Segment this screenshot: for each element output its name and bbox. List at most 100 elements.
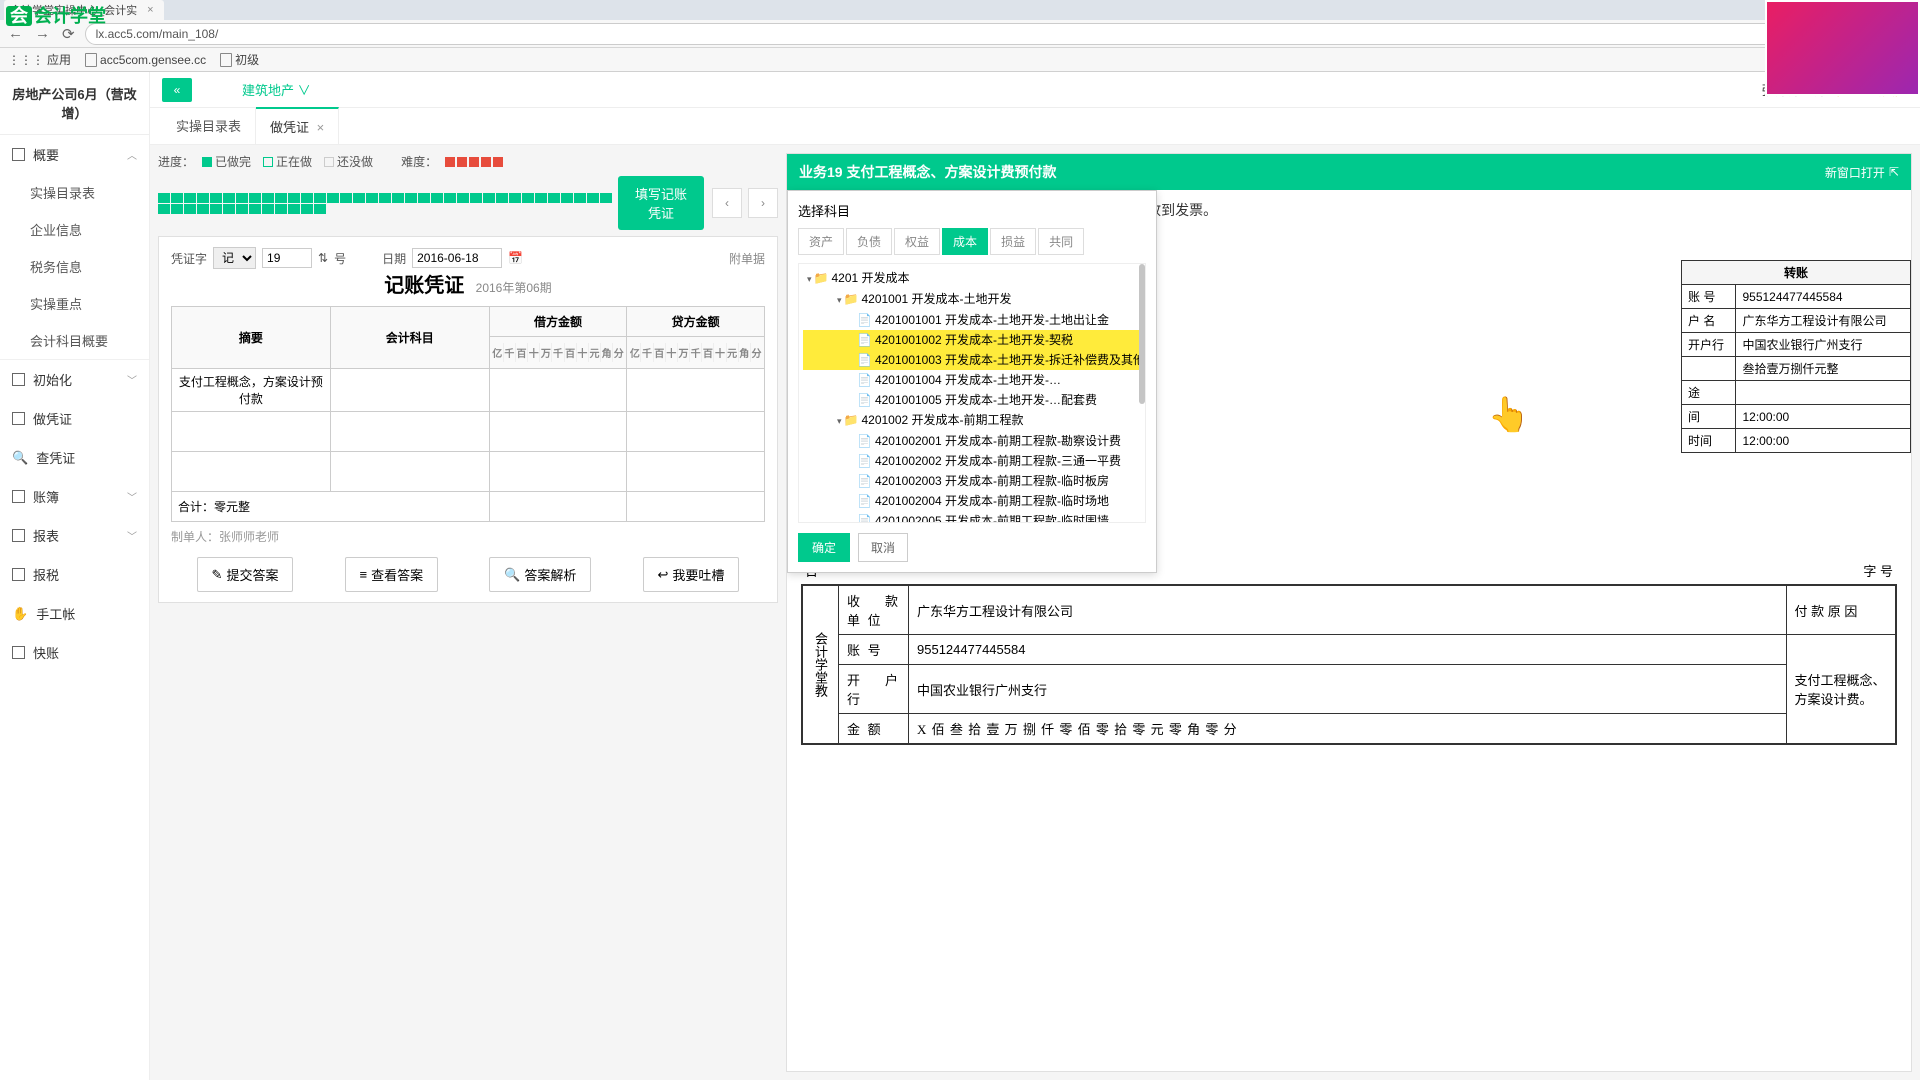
tree-node[interactable]: ▾📁4201001 开发成本-土地开发 — [803, 289, 1141, 310]
tree-node[interactable]: 📄4201002001 开发成本-前期工程款-勘察设计费 — [803, 431, 1141, 451]
voucher-num-input[interactable] — [262, 248, 312, 268]
tree-node[interactable]: 📄4201001001 开发成本-土地开发-土地出让金 — [803, 310, 1141, 330]
menu-init[interactable]: 初始化﹀ — [0, 360, 149, 399]
calendar-icon[interactable]: 📅 — [508, 251, 523, 265]
chevron-down-icon: ﹀ — [127, 372, 137, 387]
page-icon — [85, 53, 97, 67]
pencil-icon — [12, 412, 25, 425]
progress-bar — [158, 193, 618, 214]
subject-picker-modal: 选择科目 资产 负债 权益 成本 损益 共同 ▾📁4201 开发成本▾📁4201… — [787, 190, 1157, 573]
fill-voucher-button[interactable]: 填写记账凭证 — [618, 176, 704, 230]
tree-node[interactable]: 📄4201002003 开发成本-前期工程款-临时板房 — [803, 471, 1141, 491]
menu-search-voucher[interactable]: 🔍查凭证 — [0, 438, 149, 477]
close-icon[interactable]: × — [317, 120, 325, 135]
voucher-type-select[interactable]: 记 — [213, 247, 256, 269]
menu-tax[interactable]: 税务信息 — [0, 248, 149, 285]
date-input[interactable] — [412, 248, 502, 268]
collapse-sidebar-button[interactable]: « — [162, 78, 192, 102]
type-tab-asset[interactable]: 资产 — [798, 228, 844, 255]
tab-dir[interactable]: 实操目录表 — [162, 108, 256, 144]
debit-cell[interactable] — [489, 369, 627, 412]
tree-node[interactable]: 📄4201001004 开发成本-土地开发-… — [803, 370, 1141, 390]
chevron-down-icon: ﹀ — [127, 528, 137, 543]
bookmark-link[interactable]: acc5com.gensee.cc — [85, 53, 206, 67]
maker-label: 制单人：张师师老师 — [171, 528, 765, 545]
list-icon — [12, 646, 25, 659]
receipt-serial-label: 字 号 — [1863, 561, 1893, 580]
tree-node[interactable]: ▾📁4201 开发成本 — [803, 268, 1141, 289]
tree-scrollbar[interactable] — [1139, 264, 1145, 404]
type-tab-common[interactable]: 共同 — [1038, 228, 1084, 255]
file-icon — [12, 568, 25, 581]
menu-manual[interactable]: ✋手工帐 — [0, 594, 149, 633]
tree-node[interactable]: 📄4201001003 开发成本-土地开发-拆迁补偿费及其他 — [803, 350, 1141, 370]
progress-legend: 进度： 已做完 正在做 还没做 难度： — [158, 153, 778, 170]
video-overlay — [1765, 0, 1920, 96]
top-bar: « 建筑地产 ∨ 张师师老师（SVIP会员） — [150, 72, 1920, 108]
tree-node[interactable]: 📄4201002002 开发成本-前期工程款-三通一平费 — [803, 451, 1141, 471]
credit-cell[interactable] — [627, 369, 765, 412]
next-button[interactable]: › — [748, 188, 778, 218]
type-tab-equity[interactable]: 权益 — [894, 228, 940, 255]
chevron-up-icon: ︿ — [127, 147, 137, 162]
menu-overview[interactable]: 概要 ︿ — [0, 135, 149, 174]
browser-tab-strip: 会计学堂实操中心_会计实 × — [0, 0, 1920, 20]
tree-node[interactable]: 📄4201001005 开发成本-土地开发-…配套费 — [803, 390, 1141, 410]
feedback-button[interactable]: ↩ 我要吐槽 — [643, 557, 740, 592]
menu-subjects[interactable]: 会计科目概要 — [0, 322, 149, 359]
type-tab-pl[interactable]: 损益 — [990, 228, 1036, 255]
tree-node[interactable]: 📄4201001002 开发成本-土地开发-契税 — [803, 330, 1141, 350]
attach-label: 附单据 — [729, 250, 765, 267]
difficulty-rating — [445, 157, 503, 167]
bookmark-bar: ⋮⋮⋮ 应用 acc5com.gensee.cc 初级 — [0, 48, 1920, 72]
cancel-button[interactable]: 取消 — [858, 533, 908, 562]
open-new-window[interactable]: 新窗口打开 ⇱ — [1825, 164, 1899, 181]
view-answer-button[interactable]: ≡ 查看答案 — [345, 557, 439, 592]
type-tab-cost[interactable]: 成本 — [942, 228, 988, 255]
type-tab-debt[interactable]: 负债 — [846, 228, 892, 255]
page-icon — [220, 53, 232, 67]
tab-voucher[interactable]: 做凭证 × — [256, 107, 339, 144]
submit-button[interactable]: ✎ 提交答案 — [197, 557, 294, 592]
total-label: 合计：零元整 — [172, 492, 490, 522]
menu-focus[interactable]: 实操重点 — [0, 285, 149, 322]
chevron-down-icon: ﹀ — [127, 489, 137, 504]
grid-icon — [12, 148, 25, 161]
file-icon — [12, 529, 25, 542]
abstract-cell[interactable]: 支付工程概念，方案设计预付款 — [172, 369, 331, 412]
prev-button[interactable]: ‹ — [712, 188, 742, 218]
subject-tree[interactable]: ▾📁4201 开发成本▾📁4201001 开发成本-土地开发📄420100100… — [798, 263, 1146, 523]
tab-close-icon[interactable]: × — [147, 4, 153, 16]
bars-icon — [12, 373, 25, 386]
receipt-table: 会计学堂教 收 款 单 位 广东华方工程设计有限公司 付 款 原 因 账 号95… — [801, 584, 1897, 745]
voucher-title: 记账凭证 — [384, 275, 464, 297]
sidebar-title: 房地产公司6月（营改增） — [0, 72, 149, 135]
apps-button[interactable]: ⋮⋮⋮ 应用 — [8, 51, 71, 68]
book-icon — [12, 490, 25, 503]
tree-node[interactable]: 📄4201002004 开发成本-前期工程款-临时场地 — [803, 491, 1141, 511]
tree-node[interactable]: 📄4201002005 开发成本-前期工程款-临时围墙 — [803, 511, 1141, 523]
menu-filing[interactable]: 报税 — [0, 555, 149, 594]
menu-quick[interactable]: 快账 — [0, 633, 149, 672]
address-input[interactable]: lx.acc5.com/main_108/ — [85, 23, 1896, 45]
tree-node[interactable]: ▾📁4201002 开发成本-前期工程款 — [803, 410, 1141, 431]
subject-cell[interactable] — [330, 369, 489, 412]
menu-reports[interactable]: 报表﹀ — [0, 516, 149, 555]
bookmark-link[interactable]: 初级 — [220, 51, 259, 68]
reason-cell: 支付工程概念、方案设计费。 — [1786, 635, 1896, 745]
menu-dir-list[interactable]: 实操目录表 — [0, 174, 149, 211]
confirm-button[interactable]: 确定 — [798, 533, 850, 562]
search-icon: 🔍 — [12, 450, 28, 466]
modal-title: 选择科目 — [798, 201, 1146, 220]
transfer-detail-table: 转账 账 号955124477445584 户 名广东华方工程设计有限公司 开户… — [1681, 260, 1911, 453]
task-header: 业务19 支付工程概念、方案设计费预付款 新窗口打开 ⇱ — [787, 154, 1911, 190]
menu-books[interactable]: 账簿﹀ — [0, 477, 149, 516]
analysis-button[interactable]: 🔍 答案解析 — [489, 557, 591, 592]
hand-icon: ✋ — [12, 606, 28, 622]
industry-dropdown[interactable]: 建筑地产 ∨ — [242, 80, 311, 99]
sidebar: 房地产公司6月（营改增） 概要 ︿ 实操目录表 企业信息 税务信息 实操重点 会… — [0, 72, 150, 1080]
menu-company[interactable]: 企业信息 — [0, 211, 149, 248]
voucher-form: 凭证字 记 ⇅号 日期 📅 附单据 记账凭证 2016年第06期 — [158, 236, 778, 603]
menu-voucher[interactable]: 做凭证 — [0, 399, 149, 438]
voucher-period: 2016年第06期 — [476, 281, 552, 295]
